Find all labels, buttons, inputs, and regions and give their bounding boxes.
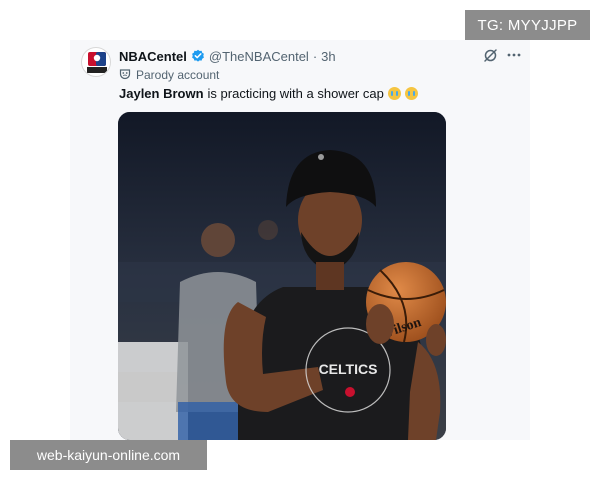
tweet-text-body: is practicing with a shower cap xyxy=(207,86,384,101)
watermark-top-right: TG: MYYJJPP xyxy=(465,10,590,40)
crying-face-emoji xyxy=(387,87,401,100)
display-name[interactable]: NBACentel xyxy=(119,49,187,64)
tweet-photo[interactable]: CELTICS Wilson xyxy=(118,112,446,440)
avatar[interactable] xyxy=(81,47,111,77)
header-separator: · xyxy=(312,48,318,64)
watermark-bottom-left: web-kaiyun-online.com xyxy=(10,440,207,470)
tweet-text-subject: Jaylen Brown xyxy=(119,86,204,101)
parody-label-text: Parody account xyxy=(136,68,220,82)
tweet-actions-top xyxy=(482,47,522,63)
tweet-header: NBACentel @TheNBACentel · 3h xyxy=(119,47,336,65)
verified-badge-icon xyxy=(191,49,205,63)
crying-face-emoji xyxy=(404,87,418,100)
tweet-card[interactable]: NBACentel @TheNBACentel · 3h Parody acco… xyxy=(70,40,530,440)
grok-icon[interactable] xyxy=(482,47,498,63)
more-icon[interactable] xyxy=(506,47,522,63)
timestamp[interactable]: 3h xyxy=(321,49,335,64)
jersey-text: CELTICS xyxy=(319,361,378,377)
parody-label: Parody account xyxy=(119,67,219,83)
parody-mask-icon xyxy=(119,68,131,83)
tweet-text: Jaylen Brown is practicing with a shower… xyxy=(119,86,418,101)
user-handle[interactable]: @TheNBACentel xyxy=(209,49,309,64)
